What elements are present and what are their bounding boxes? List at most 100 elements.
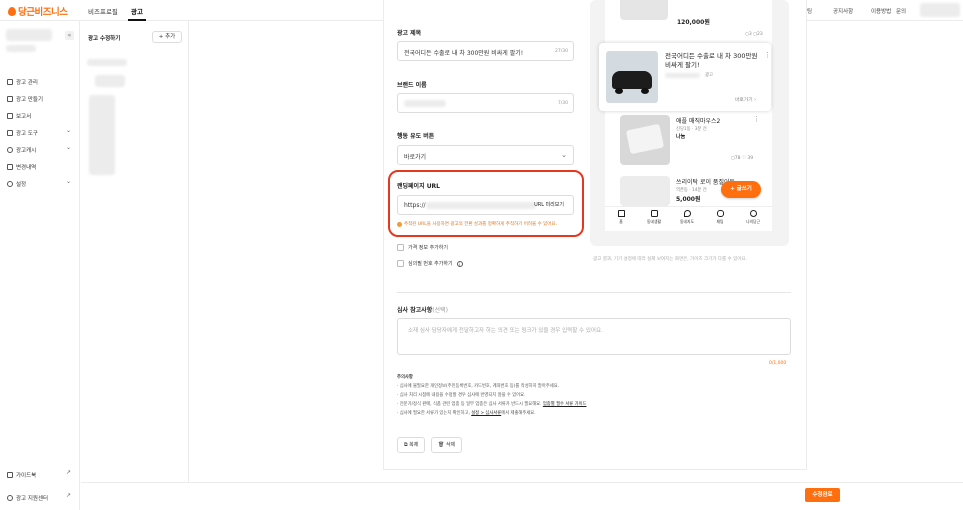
caution-notes: 주의사항 · 심사에 불필요한 개인정보(주민등록번호, 카드번호, 계좌번호 … — [397, 375, 587, 416]
item-price: 5,000원 — [676, 196, 701, 203]
write-post-button[interactable]: + 글쓰기 — [721, 181, 761, 198]
sidebar-item-report[interactable]: 보고서 — [7, 112, 31, 120]
external-link-icon: ↗ — [66, 492, 72, 499]
price-checkbox[interactable]: 가격 정보 추가하기 — [397, 244, 448, 251]
chevron-down-icon[interactable]: ⌄ — [66, 178, 71, 185]
save-changes-button[interactable]: 수정완료 — [805, 488, 840, 502]
preview-note: 광고 결과, 기기 설정에 따라 실제 보여지는 화면은, 가이즈 크기가 다를… — [593, 257, 747, 262]
item-image — [620, 176, 670, 206]
mobile-preview: 120,000원 ○3 ◻23 전국어디든 수출로 내 차 300만원 비싸게 … — [590, 0, 789, 246]
bottom-divider — [81, 482, 963, 483]
preview-ad-card[interactable]: 전국어디든 수출로 내 차 300만원 비싸게 팔기! ⋮ 광고 바로가기 › — [599, 43, 771, 111]
trash-icon: 🗑︎ — [438, 442, 446, 448]
cta-label: 행동 유도 버튼 — [397, 133, 435, 140]
nav-ads[interactable]: 광고 — [128, 6, 146, 21]
sidebar-item-ad-management[interactable]: 광고 관리 — [7, 78, 38, 86]
sidebar-item-create-ad[interactable]: 광고 만들기 — [7, 95, 43, 103]
list-item[interactable] — [95, 75, 125, 87]
ad-title: 전국어디든 수출로 내 차 300만원 비싸게 팔기! — [665, 52, 758, 69]
account-sub — [6, 45, 36, 52]
ad-title-label: 광고 제목 — [397, 30, 422, 37]
item-title: 애플 매직마우스2 — [676, 118, 721, 125]
megaphone-icon — [7, 79, 13, 85]
ad-title-input[interactable]: 전국어디든 수출로 내 차 300만원 비싸게 팔기! 27/30 — [397, 41, 574, 61]
item-stats: ◻78 ♡ 39 — [731, 156, 754, 161]
item-meta: 역촌동 · 14분 전 — [676, 188, 707, 193]
tab-map[interactable]: 동네지도 — [672, 210, 702, 225]
home-icon — [617, 210, 625, 217]
list-item[interactable] — [89, 95, 115, 175]
item-price: 나눔 — [676, 134, 686, 140]
account-name — [6, 29, 52, 41]
book-icon — [7, 472, 13, 478]
item-stats: ○3 ◻23 — [745, 32, 763, 37]
brand-counter: 7/30 — [557, 101, 568, 106]
sidebar-item-ad-tools[interactable]: 광고 도구 — [7, 129, 38, 137]
review-docs-settings-link[interactable]: 설정 > 심사서류 — [471, 411, 501, 416]
cta-select[interactable]: 바로가기 ⌄ — [397, 145, 574, 165]
url-preview-button[interactable]: URL 미리보기 — [529, 199, 569, 211]
item-image — [620, 0, 668, 20]
toolbox-icon — [7, 130, 13, 136]
brand-input[interactable]: 7/30 — [397, 93, 574, 113]
divider — [397, 292, 791, 293]
sidebar: « 광고 관리 광고 만들기 보고서 광고 도구 ⌄ 광고캐시 ⌄ 변경내역 설… — [0, 21, 80, 510]
item-meta: 신당1동 · 3분 전 — [676, 127, 707, 132]
user-icon — [749, 210, 757, 217]
chat-icon — [716, 210, 724, 217]
coin-icon — [7, 147, 13, 153]
carrot-logo-icon — [8, 7, 16, 16]
sidebar-item-settings[interactable]: 설정 — [7, 180, 26, 188]
sidebar-item-support-center[interactable]: 광고 지원센터 — [7, 494, 48, 502]
list-item[interactable] — [87, 59, 127, 66]
sidebar-item-guidebook[interactable]: 가이드북 — [7, 471, 36, 479]
url-warning: 추적된 URL을 사용하면 광고의 전환 성과를 정확하게 추적하기 어려울 수… — [397, 221, 557, 227]
duplicate-button[interactable]: ⧉ 복제 — [397, 437, 426, 453]
sidebar-item-change-history[interactable]: 변경내역 — [7, 163, 36, 171]
chevron-down-icon[interactable]: ⌄ — [66, 144, 71, 151]
preview-tab-bar: 홈 동네생활 동네지도 채팅 나의당근 — [605, 206, 772, 231]
landing-url-input[interactable]: https:// URL 미리보기 — [397, 195, 574, 215]
warning-icon — [397, 221, 402, 227]
review-notes-textarea[interactable]: 소재 심사 담당자에게 전달하고자 하는 의견 또는 링크가 있을 경우 입력할… — [397, 318, 791, 355]
landing-url-label: 랜딩페이지 URL — [397, 183, 441, 190]
review-number-checkbox[interactable]: 심의필 번호 추가하기 i — [397, 260, 463, 267]
brand-label: 브랜드 이름 — [397, 82, 427, 89]
document-icon — [7, 164, 13, 170]
required-docs-guide-link[interactable]: 업종별 필수 서류 가이드 — [543, 402, 587, 407]
review-notes-label: 심사 참고사항(선택) — [397, 307, 448, 314]
chart-icon — [7, 113, 13, 119]
nav-howto[interactable]: 이용방법 — [871, 7, 891, 15]
map-pin-icon — [683, 210, 691, 217]
delete-button[interactable]: 🗑︎ 삭제 — [431, 437, 463, 453]
nav-biz-profile[interactable]: 비즈프로필 — [88, 6, 118, 16]
tab-my-carrot[interactable]: 나의당근 — [738, 210, 768, 225]
info-icon[interactable]: i — [456, 260, 463, 267]
more-icon[interactable]: ⋮ — [764, 51, 771, 59]
ad-tag: 광고 — [705, 73, 713, 78]
external-link-icon: ↗ — [66, 469, 72, 476]
gear-icon — [7, 181, 13, 187]
ad-link[interactable]: 바로가기 › — [735, 96, 756, 103]
collapse-button[interactable]: « — [65, 31, 74, 40]
item-image — [620, 115, 670, 165]
news-icon — [650, 210, 658, 217]
tab-community[interactable]: 동네생활 — [639, 210, 669, 225]
tab-home[interactable]: 홈 — [606, 210, 636, 225]
plus-square-icon — [7, 96, 13, 102]
car-image — [606, 51, 658, 103]
more-icon[interactable]: ⋮ — [753, 115, 760, 123]
review-counter: 0/1,000 — [769, 361, 787, 366]
chevron-down-icon: ⌄ — [561, 151, 567, 159]
chevron-down-icon[interactable]: ⌄ — [66, 127, 71, 134]
nav-notice[interactable]: 공지사항 — [833, 7, 853, 15]
nav-inquiry[interactable]: 문의 — [896, 7, 906, 15]
ad-list-panel: 광고 수정하기 + 추가 — [81, 21, 189, 483]
ad-title-counter: 27/30 — [555, 49, 568, 54]
tab-chat[interactable]: 채팅 — [705, 210, 735, 225]
sidebar-item-ad-cash[interactable]: 광고캐시 — [7, 146, 36, 154]
brand-logo[interactable]: 당근비즈니스 — [8, 4, 68, 18]
add-button[interactable]: + 추가 — [152, 31, 182, 43]
panel-title: 광고 수정하기 — [88, 36, 121, 42]
account-avatar[interactable] — [920, 3, 960, 17]
